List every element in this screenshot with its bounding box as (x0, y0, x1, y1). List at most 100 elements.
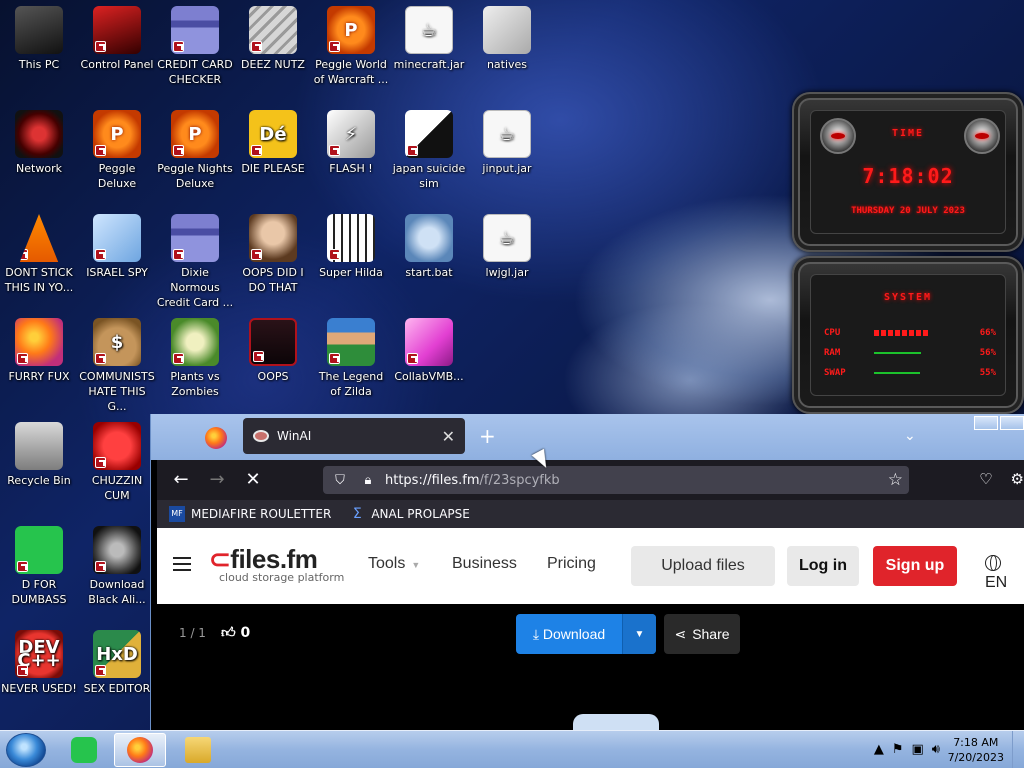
desktop-icon[interactable]: OOPS DID I DO THAT (234, 214, 312, 295)
share-button[interactable]: ⋖ Share (664, 614, 740, 654)
network-icon[interactable]: ▣ (912, 742, 924, 757)
files-fm-logo[interactable]: ⊂files.fm cloud storage platform (209, 546, 344, 584)
bookmark-mediafire[interactable]: MF MEDIAFIRE ROULETTER (169, 506, 331, 522)
show-desktop-button[interactable] (1012, 731, 1024, 768)
taskbar-firefox[interactable] (114, 733, 166, 767)
like-button[interactable]: 👍︎ 0 (221, 624, 250, 641)
desktop-icon[interactable]: japan suicide sim (390, 110, 468, 191)
desktop-icon[interactable]: Dé DIE PLEASE (234, 110, 312, 176)
desktop-icon[interactable]: Super Hilda (312, 214, 390, 280)
maximize-button[interactable] (1000, 416, 1024, 430)
desktop-icon[interactable]: Recycle Bin (0, 422, 78, 488)
taskbar-clock[interactable]: 7:18 AM 7/20/2023 (948, 735, 1004, 765)
shortcut-arrow-icon (95, 561, 106, 572)
shortcut-arrow-icon (251, 249, 262, 260)
shortcut-arrow-icon (251, 41, 262, 52)
system-gadget: SYSTEM CPU 66% RAM 56% SWAP 55% (792, 256, 1024, 414)
back-arrow-icon[interactable]: ← (169, 469, 193, 490)
zelda-icon (327, 318, 375, 366)
browser-window: WinAI ✕ + ⌄ ← → ✕ ⛉ 🔒︎ https://files.fm /… (150, 414, 1024, 734)
hamburger-menu-icon[interactable] (173, 557, 191, 571)
shortcut-arrow-icon (329, 353, 340, 364)
desktop-icon[interactable]: Plants vs Zombies (156, 318, 234, 399)
desktop-icon[interactable]: CollabVMB... (390, 318, 468, 384)
desktop-icon[interactable]: Dixie Normous Credit Card ... (156, 214, 234, 310)
desktop-icon-label: This PC (18, 58, 60, 71)
taskbar-green-chat-app[interactable] (58, 733, 110, 767)
sigma-icon: Σ (352, 506, 362, 522)
hxd-icon: HxD (93, 630, 141, 678)
cpu-percent: 66% (979, 328, 996, 338)
download-options-dropdown[interactable]: ▼ (622, 614, 656, 654)
desktop-icon[interactable]: CREDIT CARD CHECKER (156, 6, 234, 87)
pocket-icon[interactable]: ♡ (979, 470, 992, 488)
ram-percent: 56% (979, 348, 996, 358)
globe-icon (985, 555, 1001, 571)
start-button[interactable] (6, 733, 46, 767)
nav-pricing[interactable]: Pricing (547, 555, 596, 573)
desktop-icon-label: Control Panel (80, 58, 154, 71)
desktop-icon[interactable]: ☕ jinput.jar (468, 110, 546, 176)
desktop-icon[interactable]: This PC (0, 6, 78, 72)
action-center-flag-icon[interactable]: ⚑ (892, 742, 904, 757)
download-button[interactable]: ⤓ Download ▼ (516, 614, 656, 654)
browser-tab[interactable]: WinAI ✕ (243, 418, 465, 454)
desktop-icon[interactable]: CHUZZIN CUM (78, 422, 156, 503)
desktop-icon[interactable]: P Peggle Nights Deluxe (156, 110, 234, 191)
signup-button[interactable]: Sign up (873, 546, 957, 586)
desktop-icon-label: NEVER USED! (1, 682, 77, 695)
nav-tools[interactable]: Tools ▼ (368, 555, 420, 573)
extensions-icon[interactable]: ⚙ (1011, 470, 1024, 488)
desktop-icon[interactable]: natives (468, 6, 546, 72)
forward-arrow-icon[interactable]: → (205, 469, 229, 490)
login-button[interactable]: Log in (787, 546, 859, 586)
address-bar[interactable]: ⛉ 🔒︎ https://files.fm/f/23spcyfkb ☆ (323, 466, 909, 494)
desktop-icon[interactable]: P Peggle Deluxe (78, 110, 156, 191)
desktop-icon[interactable]: ☕ minecraft.jar (390, 6, 468, 72)
shortcut-arrow-icon (17, 561, 28, 572)
minimize-button[interactable] (974, 416, 998, 430)
desktop-icon[interactable]: Download Black Ali... (78, 526, 156, 607)
bookmark-star-icon[interactable]: ☆ (888, 470, 903, 490)
java-jar-icon: ☕ (483, 214, 531, 262)
bookmark-anal-prolapse[interactable]: Σ ANAL PROLAPSE (349, 506, 470, 522)
desktop-icon[interactable]: start.bat (390, 214, 468, 280)
firefox-icon[interactable] (205, 427, 227, 449)
desktop-icon[interactable]: FURRY FUX (0, 318, 78, 384)
language-selector[interactable]: EN (985, 555, 1024, 592)
nav-business[interactable]: Business (452, 555, 517, 573)
desktop-icon[interactable]: ⚡ FLASH ! (312, 110, 390, 176)
volume-icon[interactable]: 🔊︎ (932, 742, 940, 757)
shield-icon[interactable]: ⛉ (329, 473, 351, 488)
desktop-icon[interactable]: DEEZ NUTZ (234, 6, 312, 72)
close-tab-icon[interactable]: ✕ (442, 427, 455, 446)
desktop-icon-label: natives (486, 58, 528, 71)
desktop-icon[interactable]: ISRAEL SPY (78, 214, 156, 280)
desktop-icon[interactable]: ☕ lwjgl.jar (468, 214, 546, 280)
stop-loading-icon[interactable]: ✕ (241, 469, 265, 490)
show-hidden-icons-icon[interactable]: ▲ (874, 742, 884, 757)
desktop-icon[interactable]: Network (0, 110, 78, 176)
desktop-icon-label: Peggle Nights Deluxe (157, 162, 233, 190)
desktop-icon-label: OOPS (257, 370, 289, 383)
upload-files-button[interactable]: Upload files (631, 546, 775, 586)
desktop-icon[interactable]: HxD SEX EDITOR (78, 630, 156, 696)
desktop-icon-label: Peggle Deluxe (97, 162, 137, 190)
cpu-bar (874, 330, 930, 336)
desktop-icon[interactable]: D FOR DUMBASS (0, 526, 78, 607)
desktop-icon-label: ISRAEL SPY (86, 266, 148, 279)
desktop-icon[interactable]: OOPS (234, 318, 312, 384)
desktop-icon-label: start.bat (405, 266, 453, 279)
desktop-icon[interactable]: Control Panel (78, 6, 156, 72)
desktop-icon[interactable]: P Peggle World of Warcraft ... (312, 6, 390, 87)
lock-icon[interactable]: 🔒︎ (357, 473, 379, 488)
new-tab-button[interactable]: + (479, 426, 496, 446)
desktop-icon[interactable]: DEV C++ NEVER USED! (0, 630, 78, 696)
desktop-icon[interactable]: The Legend of Zilda (312, 318, 390, 399)
taskbar-file-explorer[interactable] (172, 733, 224, 767)
desktop-icon[interactable]: $ COMMUNISTS HATE THIS G... (78, 318, 156, 414)
desktop-icon[interactable]: DONT STICK THIS IN YO... (0, 214, 78, 295)
share-icon: ⋖ (674, 625, 687, 642)
list-tabs-chevron-icon[interactable]: ⌄ (904, 428, 916, 444)
cpu-stat: CPU 66% (824, 326, 996, 340)
